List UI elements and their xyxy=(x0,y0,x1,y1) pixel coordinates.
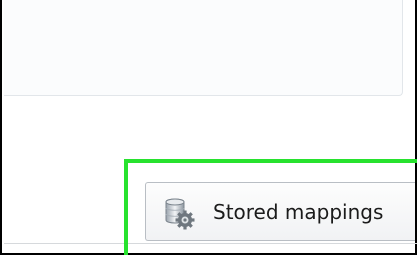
stored-mappings-button[interactable]: Stored mappings xyxy=(145,182,415,241)
divider xyxy=(4,243,417,244)
database-gear-icon xyxy=(162,196,196,230)
stored-mappings-label: Stored mappings xyxy=(213,200,384,224)
content-panel xyxy=(4,0,403,96)
window-frame: Stored mappings xyxy=(0,0,417,255)
